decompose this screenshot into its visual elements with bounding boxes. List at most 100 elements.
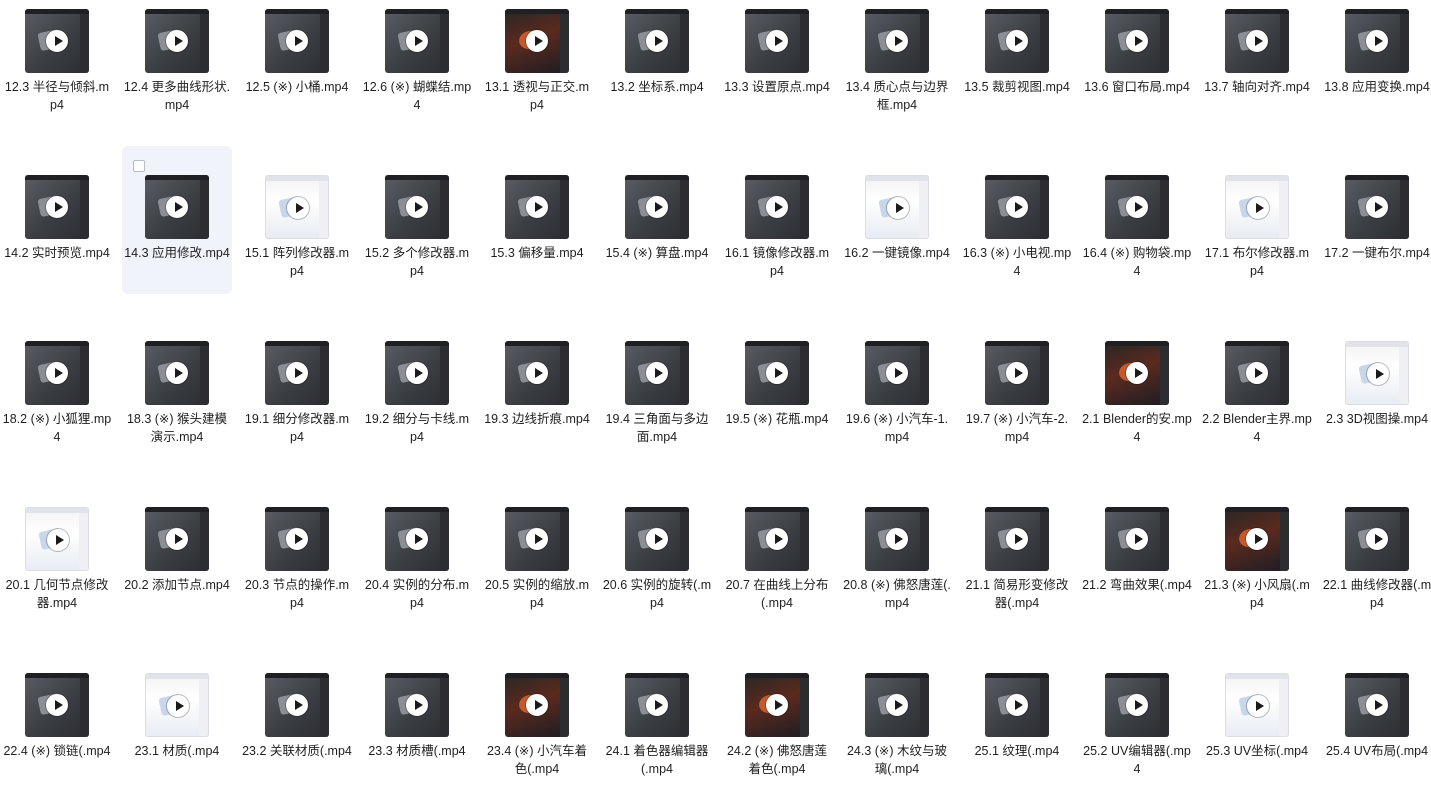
video-thumbnail[interactable] <box>865 673 929 737</box>
play-icon[interactable] <box>286 30 308 52</box>
play-icon[interactable] <box>1247 695 1269 717</box>
video-thumbnail[interactable] <box>1345 507 1409 571</box>
video-thumbnail[interactable] <box>745 341 809 405</box>
file-item[interactable]: 25.3 UV坐标(.mp4 <box>1202 664 1312 812</box>
file-item[interactable]: 25.2 UV编辑器(.mp4 <box>1082 664 1192 812</box>
video-thumbnail[interactable] <box>265 175 329 239</box>
file-item[interactable]: 20.2 添加节点.mp4 <box>122 498 232 646</box>
video-thumbnail[interactable] <box>745 9 809 73</box>
video-thumbnail[interactable] <box>505 9 569 73</box>
file-item[interactable]: 25.4 UV布局(.mp4 <box>1322 664 1431 812</box>
video-thumbnail[interactable] <box>145 341 209 405</box>
video-thumbnail[interactable] <box>145 9 209 73</box>
file-item[interactable]: 16.2 一键镜像.mp4 <box>842 166 952 314</box>
play-icon[interactable] <box>526 528 548 550</box>
file-item[interactable]: 21.3 (※) 小风扇(.mp4 <box>1202 498 1312 646</box>
video-thumbnail[interactable] <box>1105 341 1169 405</box>
play-icon[interactable] <box>46 362 68 384</box>
video-thumbnail[interactable] <box>1105 9 1169 73</box>
file-item[interactable]: 23.2 关联材质(.mp4 <box>242 664 352 812</box>
play-icon[interactable] <box>1126 30 1148 52</box>
play-icon[interactable] <box>1126 362 1148 384</box>
video-thumbnail[interactable] <box>985 175 1049 239</box>
video-thumbnail[interactable] <box>745 507 809 571</box>
play-icon[interactable] <box>406 30 428 52</box>
file-item[interactable]: 24.3 (※) 木纹与玻璃(.mp4 <box>842 664 952 812</box>
file-item[interactable]: 14.3 应用修改.mp4 <box>122 146 232 294</box>
file-item[interactable]: 16.1 镜像修改器.mp4 <box>722 166 832 314</box>
video-thumbnail[interactable] <box>865 175 929 239</box>
play-icon[interactable] <box>46 196 68 218</box>
play-icon[interactable] <box>1367 363 1389 385</box>
file-item[interactable]: 15.2 多个修改器.mp4 <box>362 166 472 314</box>
file-item[interactable]: 23.1 材质(.mp4 <box>122 664 232 812</box>
file-item[interactable]: 20.1 几何节点修改器.mp4 <box>2 498 112 646</box>
video-thumbnail[interactable] <box>385 9 449 73</box>
file-item[interactable]: 23.4 (※) 小汽车着色(.mp4 <box>482 664 592 812</box>
video-thumbnail[interactable] <box>985 341 1049 405</box>
file-item[interactable]: 13.6 窗口布局.mp4 <box>1082 0 1192 148</box>
video-thumbnail[interactable] <box>505 507 569 571</box>
video-thumbnail[interactable] <box>1225 175 1289 239</box>
file-item[interactable]: 20.6 实例的旋转(.mp4 <box>602 498 712 646</box>
video-thumbnail[interactable] <box>25 9 89 73</box>
video-thumbnail[interactable] <box>145 175 209 239</box>
file-item[interactable]: 14.2 实时预览.mp4 <box>2 166 112 314</box>
play-icon[interactable] <box>886 528 908 550</box>
play-icon[interactable] <box>886 362 908 384</box>
video-thumbnail[interactable] <box>145 507 209 571</box>
play-icon[interactable] <box>766 694 788 716</box>
video-thumbnail[interactable] <box>1225 507 1289 571</box>
file-item[interactable]: 20.4 实例的分布.mp4 <box>362 498 472 646</box>
play-icon[interactable] <box>766 30 788 52</box>
play-icon[interactable] <box>1006 30 1028 52</box>
video-thumbnail[interactable] <box>385 175 449 239</box>
file-item[interactable]: 20.8 (※) 佛怒唐莲(.mp4 <box>842 498 952 646</box>
video-thumbnail[interactable] <box>865 341 929 405</box>
play-icon[interactable] <box>1006 694 1028 716</box>
video-thumbnail[interactable] <box>1105 673 1169 737</box>
file-item[interactable]: 2.2 Blender主界.mp4 <box>1202 332 1312 480</box>
play-icon[interactable] <box>1366 694 1388 716</box>
play-icon[interactable] <box>646 528 668 550</box>
video-thumbnail[interactable] <box>1105 507 1169 571</box>
play-icon[interactable] <box>1366 528 1388 550</box>
video-thumbnail[interactable] <box>745 673 809 737</box>
file-item[interactable]: 17.2 一键布尔.mp4 <box>1322 166 1431 314</box>
video-thumbnail[interactable] <box>25 341 89 405</box>
play-icon[interactable] <box>406 196 428 218</box>
play-icon[interactable] <box>1246 30 1268 52</box>
select-checkbox[interactable] <box>133 160 145 172</box>
play-icon[interactable] <box>1126 528 1148 550</box>
play-icon[interactable] <box>1126 196 1148 218</box>
file-item[interactable]: 20.7 在曲线上分布(.mp4 <box>722 498 832 646</box>
play-icon[interactable] <box>1126 694 1148 716</box>
play-icon[interactable] <box>1246 528 1268 550</box>
play-icon[interactable] <box>166 30 188 52</box>
video-thumbnail[interactable] <box>625 673 689 737</box>
video-thumbnail[interactable] <box>625 9 689 73</box>
video-thumbnail[interactable] <box>865 9 929 73</box>
play-icon[interactable] <box>1247 197 1269 219</box>
play-icon[interactable] <box>766 196 788 218</box>
video-thumbnail[interactable] <box>505 175 569 239</box>
video-thumbnail[interactable] <box>25 673 89 737</box>
play-icon[interactable] <box>646 196 668 218</box>
file-item[interactable]: 25.1 纹理(.mp4 <box>962 664 1072 812</box>
file-item[interactable]: 12.6 (※) 蝴蝶结.mp4 <box>362 0 472 148</box>
play-icon[interactable] <box>766 528 788 550</box>
play-icon[interactable] <box>46 694 68 716</box>
file-item[interactable]: 15.1 阵列修改器.mp4 <box>242 166 352 314</box>
play-icon[interactable] <box>766 362 788 384</box>
video-thumbnail[interactable] <box>1225 673 1289 737</box>
video-thumbnail[interactable] <box>1345 9 1409 73</box>
play-icon[interactable] <box>526 694 548 716</box>
play-icon[interactable] <box>1366 30 1388 52</box>
video-thumbnail[interactable] <box>25 175 89 239</box>
video-thumbnail[interactable] <box>265 673 329 737</box>
play-icon[interactable] <box>1366 196 1388 218</box>
video-thumbnail[interactable] <box>265 341 329 405</box>
video-thumbnail[interactable] <box>385 673 449 737</box>
video-thumbnail[interactable] <box>625 507 689 571</box>
video-thumbnail[interactable] <box>385 341 449 405</box>
